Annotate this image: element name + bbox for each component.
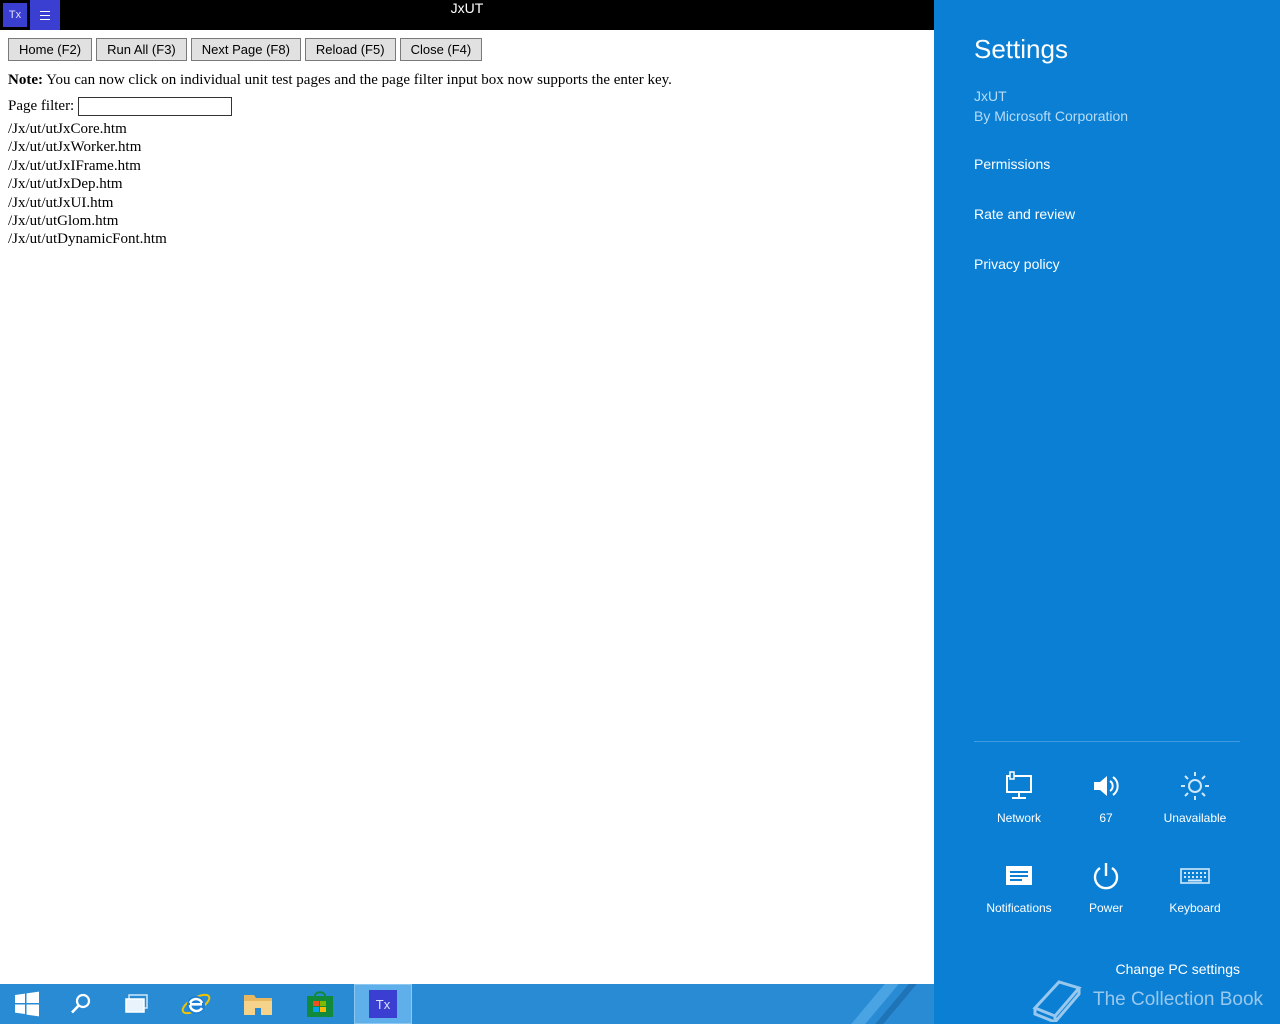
page-filter-row: Page filter: (8, 97, 928, 116)
page-link[interactable]: /Jx/ut/utJxIFrame.htm (8, 157, 928, 175)
reload-button[interactable]: Reload (F5) (304, 38, 396, 61)
brightness-icon (1181, 772, 1209, 800)
taskbar-app-jxut[interactable]: Tx (354, 984, 412, 1024)
brightness-label: Unavailable (1163, 811, 1227, 825)
keyboard-tile[interactable]: Keyboard (1150, 861, 1240, 915)
close-button[interactable]: Close (F4) (399, 38, 483, 61)
taskbar: Tx (0, 984, 934, 1024)
privacy-policy-link[interactable]: Privacy policy (974, 256, 1060, 272)
search-icon (71, 993, 91, 1014)
task-view-button[interactable] (110, 984, 164, 1024)
network-tile[interactable]: Network (974, 771, 1064, 825)
watermark: The Collection Book (1029, 978, 1263, 1022)
page-link[interactable]: /Jx/ut/utDynamicFont.htm (8, 230, 928, 248)
volume-tile[interactable]: 67 (1061, 771, 1151, 825)
windows-logo-icon (15, 991, 39, 1017)
page-list: /Jx/ut/utJxCore.htm /Jx/ut/utJxWorker.ht… (8, 120, 928, 249)
internet-explorer-icon (181, 993, 211, 1015)
settings-app-info: JxUT By Microsoft Corporation (974, 86, 1128, 126)
toolbar: Home (F2) Run All (F3) Next Page (F8) Re… (8, 38, 928, 61)
next-page-button[interactable]: Next Page (F8) (190, 38, 301, 61)
title-bar: Tx JxUT (0, 0, 934, 30)
permissions-link[interactable]: Permissions (974, 156, 1050, 172)
settings-title: Settings (974, 34, 1068, 64)
watermark-text: The Collection Book (1093, 989, 1264, 1010)
book-icon (1032, 980, 1082, 1022)
speaker-icon (1094, 776, 1119, 796)
note-text: Note: You can now click on individual un… (8, 72, 928, 89)
hamburger-icon (40, 10, 50, 20)
page-link[interactable]: /Jx/ut/utJxWorker.htm (8, 138, 928, 156)
page-filter-input[interactable] (78, 97, 233, 116)
folder-icon (244, 995, 272, 1015)
main-content: Home (F2) Run All (F3) Next Page (F8) Re… (8, 38, 928, 249)
power-label: Power (1088, 901, 1123, 915)
settings-divider (974, 741, 1240, 742)
notifications-tile[interactable]: Notifications (974, 861, 1064, 915)
power-icon (1093, 863, 1119, 890)
store-button[interactable] (293, 984, 347, 1024)
settings-app-name: JxUT (974, 88, 1007, 104)
note-body: You can now click on individual unit tes… (42, 72, 672, 88)
notifications-label: Notifications (986, 901, 1052, 915)
network-icon (1006, 771, 1032, 799)
volume-label: 67 (1099, 811, 1113, 825)
change-pc-settings-link[interactable]: Change PC settings (1115, 961, 1240, 977)
network-label: Network (996, 811, 1041, 825)
home-button[interactable]: Home (F2) (8, 38, 93, 61)
brightness-tile[interactable]: Unavailable (1150, 771, 1240, 825)
notifications-icon (1006, 866, 1032, 885)
window-title: JxUT (450, 0, 484, 16)
app-taskbar-icon: Tx (369, 990, 397, 1018)
app-badge-button[interactable]: Tx (3, 3, 27, 27)
page-link[interactable]: /Jx/ut/utGlom.htm (8, 212, 928, 230)
settings-publisher: By Microsoft Corporation (974, 108, 1129, 124)
internet-explorer-button[interactable] (169, 984, 223, 1024)
page-link[interactable]: /Jx/ut/utJxCore.htm (8, 120, 928, 138)
settings-charm: Settings JxUT By Microsoft Corporation P… (934, 0, 1280, 1024)
keyboard-label: Keyboard (1169, 901, 1221, 915)
keyboard-icon (1180, 868, 1210, 884)
note-label: Note: (8, 72, 43, 88)
start-button[interactable] (0, 984, 54, 1024)
rate-and-review-link[interactable]: Rate and review (974, 206, 1075, 222)
file-explorer-button[interactable] (231, 984, 285, 1024)
page-filter-label: Page filter: (8, 98, 75, 114)
store-icon (307, 991, 333, 1017)
run-all-button[interactable]: Run All (F3) (96, 38, 187, 61)
page-link[interactable]: /Jx/ut/utJxDep.htm (8, 175, 928, 193)
page-link[interactable]: /Jx/ut/utJxUI.htm (8, 194, 928, 212)
search-button[interactable] (54, 984, 108, 1024)
task-view-icon (125, 994, 148, 1013)
app-window: Tx JxUT Home (F2) Run All (F3) Next Page… (0, 0, 934, 984)
menu-button[interactable] (30, 0, 60, 30)
power-tile[interactable]: Power (1061, 861, 1151, 915)
